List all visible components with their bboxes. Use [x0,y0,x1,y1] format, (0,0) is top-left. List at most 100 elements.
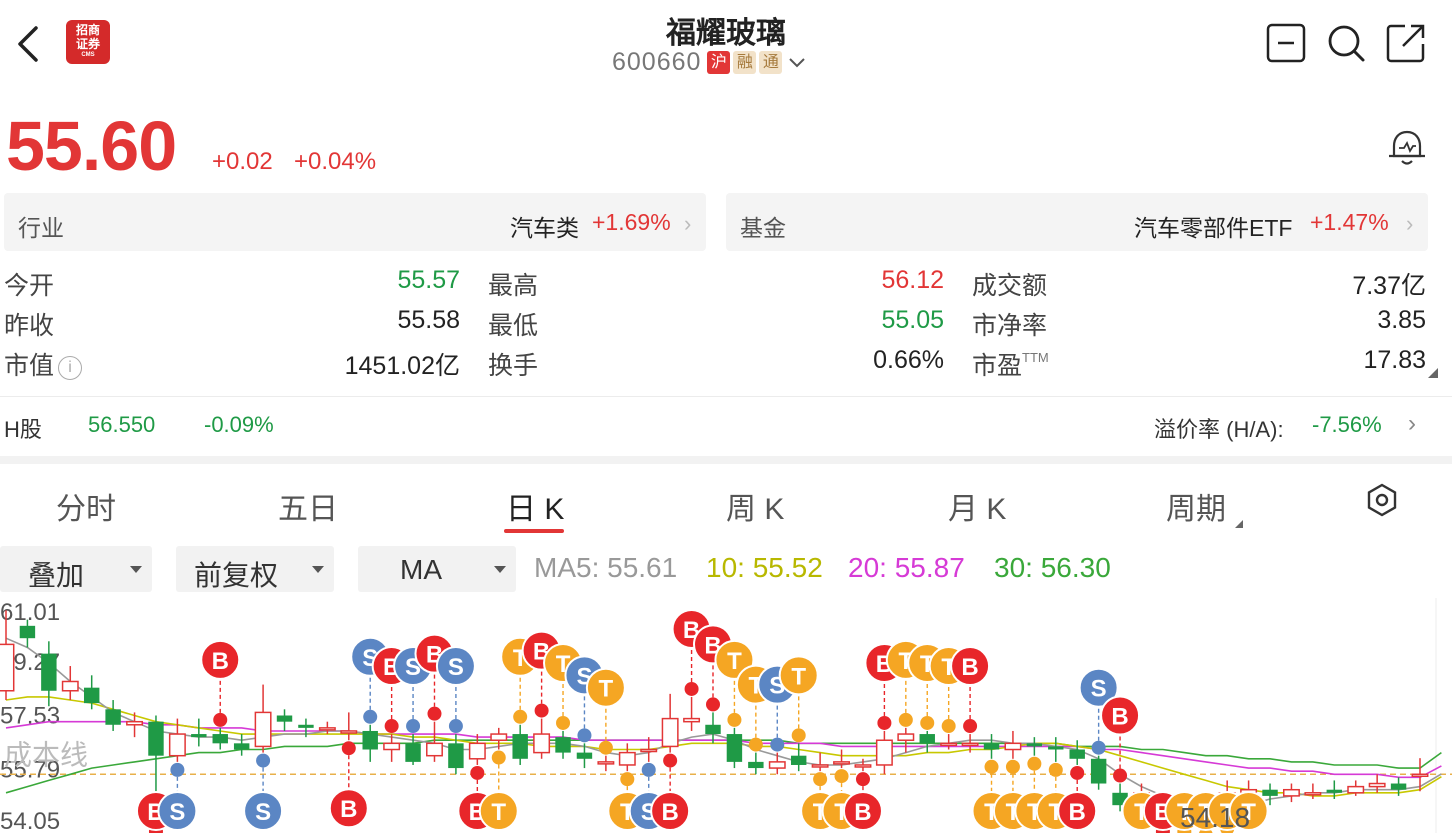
ma10-line [5,696,1442,797]
tab-intraday[interactable]: 分时 [56,484,116,528]
candle-body [191,734,207,738]
section-gap [0,456,1452,464]
info-icon[interactable]: i [58,356,83,380]
signal-letter: T [791,663,806,690]
signal-dot [1091,740,1106,755]
candle-body [961,742,979,747]
expand-corner-icon[interactable] [1428,368,1438,378]
candle-body [105,709,121,725]
candle-body [1069,749,1085,759]
settings-hexagon-icon[interactable] [1364,482,1400,518]
tab-period[interactable]: 周期 [1166,484,1226,528]
ma5-label: MA5: 55.61 [534,552,678,583]
mcap-value: 1451.02亿 [344,352,460,380]
signal-dot [641,762,656,777]
candle-body [854,764,872,768]
chevron-down-icon[interactable] [788,56,806,70]
candle-body [811,764,829,768]
cost-line-label: 成本线 [4,739,88,770]
signal-dot [1070,765,1085,780]
divider [0,396,1452,397]
signal-letter: B [1069,799,1086,826]
signal-dot [770,737,785,752]
y-tick-label: 57.53 [0,703,60,730]
low-value: 55.05 [881,306,944,334]
fund-label: 基金 [740,215,786,241]
alert-bell-icon[interactable] [1386,128,1428,170]
industry-name: 汽车类 [510,215,579,241]
signal-dot [213,712,228,727]
high-label: 最高 [488,272,539,300]
signal-dot [470,765,485,780]
candle-body [61,680,79,692]
kline-chart[interactable]: 61.0159.2757.5355.7954.05成本线B SBS BS B S B SB T… [0,598,1452,833]
fund-pct: +1.47% [1310,209,1389,235]
signal-dot [513,709,528,724]
tab-five-day[interactable]: 五日 [278,484,338,528]
turnover-label: 换手 [488,352,539,380]
share-icon[interactable] [1385,22,1427,64]
candle-body [41,653,57,691]
signal-dot [534,703,549,718]
chevron-right-icon: › [684,211,692,236]
price-change-pct: +0.04% [294,148,377,175]
h-share-price: 56.550 [88,412,156,437]
y-tick-label: 61.01 [0,599,60,626]
candle-body [661,717,679,748]
candle-body [254,711,272,748]
search-icon[interactable] [1325,22,1367,64]
turnover-value: 0.66% [873,346,944,374]
industry-pill[interactable]: 行业 汽车类 +1.69% › [4,193,706,251]
signal-dot [341,741,356,756]
candle-body [1390,783,1407,790]
candle-body [468,742,486,760]
last-price: 55.60 [6,107,177,185]
candle-body [1090,758,1107,784]
candle-body [426,742,443,757]
signal-dot [1005,759,1020,774]
signal-dot [1113,768,1128,783]
signal-dot [727,712,742,727]
fund-pill[interactable]: 基金 汽车零部件ETF +1.47% › [726,193,1428,251]
signal-letter: T [491,799,506,826]
low-label: 最低 [488,312,539,340]
tab-daily-k[interactable]: 日 K [506,484,564,528]
candle-body [875,739,893,766]
h-share-row[interactable]: H股 56.550 -0.09% 溢价率 (H/A): -7.56% › [0,410,1452,442]
signal-dot [406,719,421,734]
candle-body [1347,785,1365,794]
candle-body [597,761,615,765]
signal-dot [1027,756,1042,771]
indicator-dropdown[interactable]: MA [358,546,516,592]
signal-letter: S [255,799,271,826]
signal-letter: B [212,648,229,675]
signal-dot [491,750,506,765]
tab-monthly-k[interactable]: 月 K [948,484,1006,528]
signal-letter: B [661,799,678,826]
chevron-right-icon: › [1406,211,1414,236]
open-value: 55.57 [397,266,460,294]
candle-body [318,727,336,731]
minus-square-icon[interactable] [1265,22,1307,64]
adjust-dropdown[interactable]: 前复权 [176,546,334,592]
candle-body [1304,792,1322,796]
candle-body [1282,788,1300,797]
stock-code-row[interactable]: 600660 沪 融 通 [612,48,806,77]
signal-dot [170,762,185,777]
candle-body [233,743,250,750]
signal-dot [748,737,763,752]
prev-close-value: 55.58 [397,306,460,334]
overlay-dropdown[interactable]: 叠加 [0,546,152,592]
candle-body [1326,789,1343,793]
tab-weekly-k[interactable]: 周 K [726,484,784,528]
signal-dot [256,753,271,768]
signal-dot [706,697,720,712]
candle-body [362,730,378,750]
candle-body [212,734,228,744]
pe-label: 市盈TTM [972,350,1049,380]
ma30-label: 30: 56.30 [994,552,1111,583]
ma20-label: 20: 55.87 [848,552,965,583]
stock-name: 福耀玻璃 [666,17,786,50]
candle-body [340,730,358,734]
signal-dot [898,712,913,727]
